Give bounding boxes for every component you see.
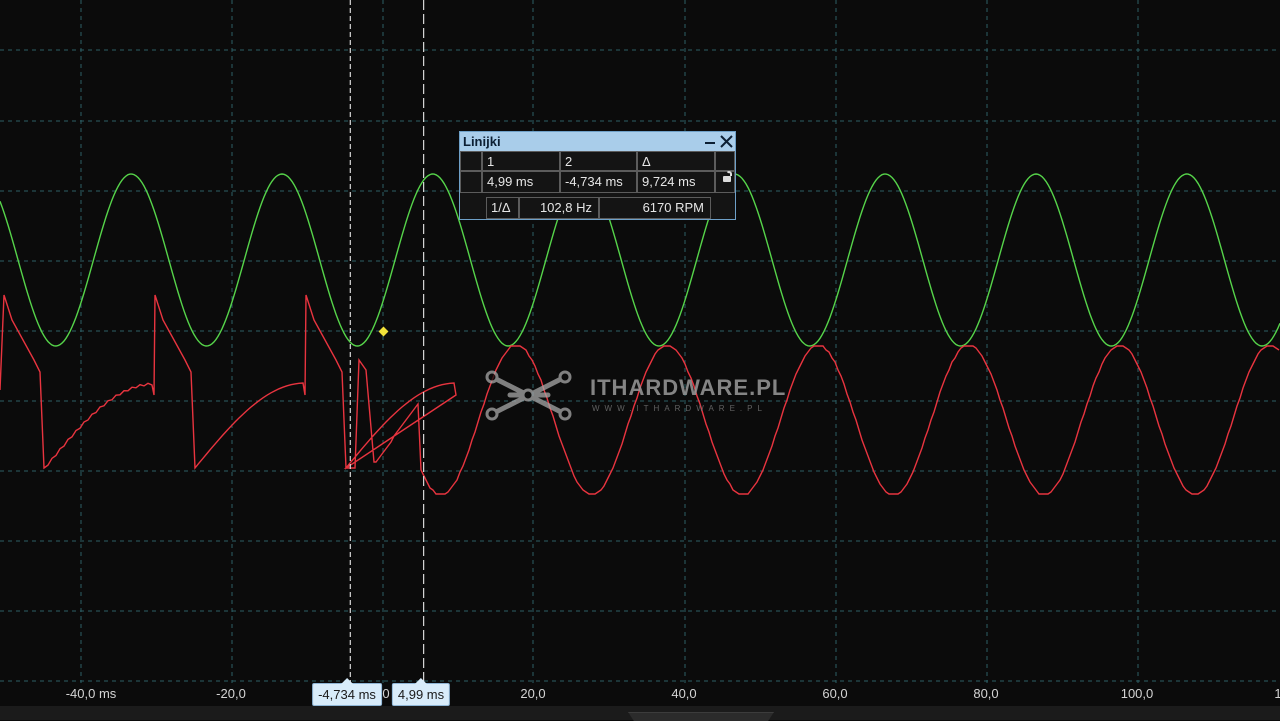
ruler-delta-value: 9,724 ms (637, 171, 715, 193)
ruler-1-value: 4,99 ms (482, 171, 560, 193)
x-tick-label: 20,0 (520, 686, 546, 701)
watermark-text: ITHARDWARE.PL (590, 375, 787, 400)
minimize-icon[interactable] (704, 132, 716, 151)
ruler-2-header: 2 (560, 151, 637, 171)
x-tick-label: 40,0 (671, 686, 697, 701)
ruler-1-header: 1 (482, 151, 560, 171)
watermark-subtext: WWW.ITHARDWARE.PL (592, 404, 767, 413)
x-tick-label: 0 (382, 686, 390, 701)
ruler-2-value: -4,734 ms (560, 171, 637, 193)
cursor-2-tag[interactable]: -4,734 ms (312, 678, 382, 706)
rulers-row-header-empty (460, 151, 482, 171)
rulers-row-indent (460, 193, 486, 219)
oscilloscope-plot[interactable] (0, 0, 1280, 720)
close-icon[interactable] (719, 133, 734, 149)
rulers-header-empty (715, 151, 735, 171)
rulers-panel[interactable]: Linijki 1 2 Δ 4,99 ms -4,734 ms 9,724 ms… (459, 131, 736, 220)
rulers-panel-titlebar[interactable]: Linijki (460, 132, 735, 151)
trigger-marker (378, 326, 389, 337)
x-tick-label: 80,0 (973, 686, 999, 701)
frequency-value: 102,8 Hz (519, 197, 599, 219)
rpm-value: 6170 RPM (599, 197, 711, 219)
x-tick-label: -40,0 ms (65, 686, 117, 701)
cursor-1-tag[interactable]: 4,99 ms (391, 678, 451, 706)
unlock-icon[interactable] (723, 171, 732, 182)
x-tick-label: 1 (1274, 686, 1280, 701)
watermark-logo (485, 370, 572, 421)
x-tick-label: 60,0 (822, 686, 848, 701)
rulers-row-empty (460, 171, 482, 193)
lock-cell[interactable] (715, 171, 735, 193)
x-tick-label: 100,0 (1120, 686, 1154, 701)
rulers-panel-title: Linijki (463, 134, 501, 149)
ruler-delta-header: Δ (637, 151, 715, 171)
x-tick-label: -20,0 (216, 686, 246, 701)
inverse-delta-label: 1/Δ (486, 197, 519, 219)
